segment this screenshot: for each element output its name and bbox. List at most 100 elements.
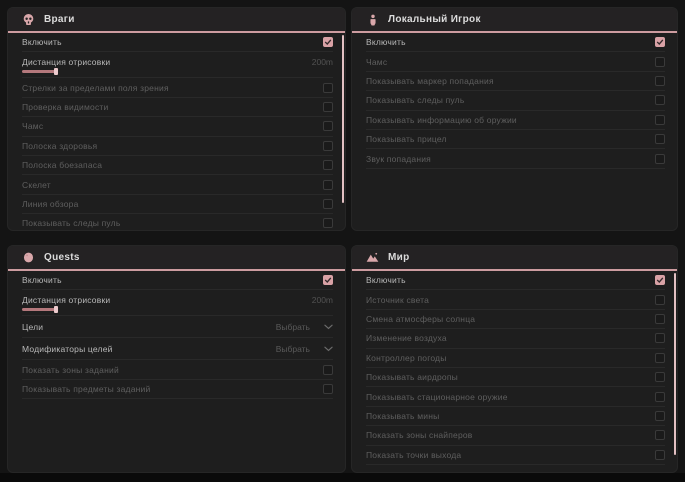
setting-label: Показывать информацию об оружии: [366, 115, 517, 125]
setting-row: Показывать следы пуль: [366, 91, 665, 110]
checkmark-icon: [656, 38, 664, 46]
setting-label: Дистанция отрисовки: [22, 57, 110, 67]
mountain-icon: [366, 251, 379, 264]
checkbox[interactable]: [655, 411, 665, 421]
checkbox[interactable]: [323, 180, 333, 190]
setting-label: Включить: [366, 37, 406, 47]
checkbox[interactable]: [655, 430, 665, 440]
distance-slider[interactable]: [22, 308, 333, 311]
checkbox[interactable]: [655, 392, 665, 402]
setting-row: Источник света: [366, 290, 665, 309]
setting-row: Включить: [366, 271, 665, 290]
checkbox[interactable]: [323, 384, 333, 394]
checkbox[interactable]: [655, 57, 665, 67]
dropdown[interactable]: Выбрать: [276, 344, 333, 354]
setting-label: Показывать прицел: [366, 134, 447, 144]
slider-fill: [22, 308, 56, 311]
checkbox[interactable]: [655, 76, 665, 86]
setting-row: Показывать стационарное оружие: [366, 387, 665, 406]
slider-header: Дистанция отрисовки 200m: [22, 57, 333, 67]
setting-label: Изменение воздуха: [366, 333, 447, 343]
slider-thumb[interactable]: [54, 68, 58, 75]
panel-title: Quests: [44, 252, 80, 263]
setting-row: Смена атмосферы солнца: [366, 310, 665, 329]
checkbox[interactable]: [655, 333, 665, 343]
checkbox[interactable]: [323, 275, 333, 285]
checkbox[interactable]: [655, 154, 665, 164]
checkbox[interactable]: [323, 102, 333, 112]
skull-icon: [22, 13, 35, 26]
setting-row: Полоска здоровья: [22, 137, 333, 156]
panel-scrollbar[interactable]: [674, 273, 676, 455]
setting-row: Полоска боезапаса: [22, 156, 333, 175]
setting-label: Включить: [366, 275, 406, 285]
checkbox[interactable]: [655, 37, 665, 47]
panel-local-player: Локальный Игрок Включить Чамс Показывать м…: [352, 8, 677, 230]
panel-world: Мир Включить Источник света Смена атмосфер…: [352, 246, 677, 472]
setting-label: Показать зоны заданий: [22, 365, 119, 375]
slider-value: 200m: [312, 295, 333, 305]
checkbox[interactable]: [323, 218, 333, 228]
setting-label: Показывать аирдропы: [366, 372, 458, 382]
person-icon: [366, 13, 379, 26]
setting-label: Показывать предметы заданий: [22, 384, 150, 394]
checkbox[interactable]: [655, 353, 665, 363]
checkmark-icon: [324, 38, 332, 46]
checkbox[interactable]: [655, 95, 665, 105]
setting-label: Включить: [22, 37, 62, 47]
slider-value: 200m: [312, 57, 333, 67]
setting-label: Показать зоны снайперов: [366, 430, 473, 440]
dropdown-value: Выбрать: [276, 344, 310, 354]
checkbox[interactable]: [323, 83, 333, 93]
dropdown-value: Выбрать: [276, 322, 310, 332]
checkbox[interactable]: [655, 314, 665, 324]
setting-label: Источник света: [366, 295, 429, 305]
panel-header: Локальный Игрок: [352, 8, 677, 31]
chevron-down-icon: [324, 346, 333, 352]
checkbox[interactable]: [655, 450, 665, 460]
setting-row: Контроллер погоды: [366, 349, 665, 368]
checkbox[interactable]: [655, 275, 665, 285]
setting-row: Показывать информацию об оружии: [366, 111, 665, 130]
slider-fill: [22, 70, 56, 73]
panel-header: Враги: [8, 8, 345, 31]
panel-body: Включить Чамс Показывать маркер попадания П…: [352, 33, 677, 169]
dropdown[interactable]: Выбрать: [276, 322, 333, 332]
setting-row: Показывать мины: [366, 407, 665, 426]
setting-row: Чамс: [22, 117, 333, 136]
slider-thumb[interactable]: [54, 306, 58, 313]
panel-scrollbar[interactable]: [342, 35, 344, 203]
setting-label: Полоска здоровья: [22, 141, 97, 151]
panel-title: Мир: [388, 252, 410, 263]
setting-label: Показывать стационарное оружие: [366, 392, 508, 402]
setting-label: Чамс: [366, 57, 387, 67]
setting-row: Звук попадания: [366, 149, 665, 168]
checkbox[interactable]: [655, 115, 665, 125]
checkbox[interactable]: [655, 372, 665, 382]
setting-row: Показывать прицел: [366, 130, 665, 149]
setting-label: Показывать маркер попадания: [366, 76, 494, 86]
checkbox[interactable]: [655, 134, 665, 144]
panel-header: Quests: [8, 246, 345, 269]
panel-enemies: Враги ВключитьДистанция отрисовки200mСтр…: [8, 8, 345, 230]
checkbox[interactable]: [323, 160, 333, 170]
panel-body: ВключитьДистанция отрисовки200mСтрелки з…: [8, 33, 345, 230]
setting-row: Показывать аирдропы: [366, 368, 665, 387]
setting-label: Смена атмосферы солнца: [366, 314, 475, 324]
checkbox[interactable]: [323, 37, 333, 47]
setting-row: Дистанция отрисовки200m: [22, 290, 333, 316]
setting-label: Показывать следы пуль: [22, 218, 120, 228]
checkbox[interactable]: [323, 365, 333, 375]
checkbox[interactable]: [323, 199, 333, 209]
setting-label: Показывать следы пуль: [366, 95, 464, 105]
setting-label: Включить: [22, 275, 62, 285]
setting-row: Скелет: [22, 175, 333, 194]
checkbox[interactable]: [323, 121, 333, 131]
distance-slider[interactable]: [22, 70, 333, 73]
setting-row: Показывать следы пуль: [22, 214, 333, 230]
slider-header: Дистанция отрисовки200m: [22, 295, 333, 305]
checkbox[interactable]: [655, 295, 665, 305]
checkbox[interactable]: [323, 141, 333, 151]
setting-row: Проверка видимости: [22, 98, 333, 117]
setting-row: Показывать предметы заданий: [22, 380, 333, 399]
